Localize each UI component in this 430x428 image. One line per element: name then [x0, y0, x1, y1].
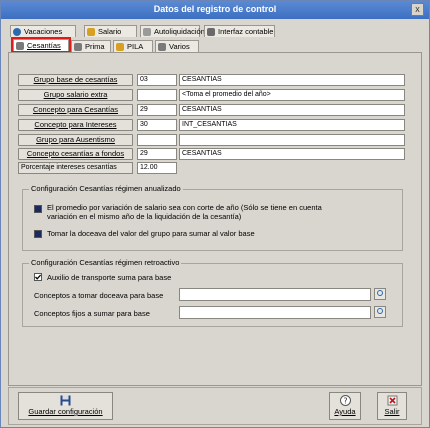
- dialog-window: Datos del registro de control x Vacacion…: [0, 0, 430, 428]
- document-icon: [143, 28, 151, 36]
- document-icon: [207, 28, 215, 36]
- fijos-field-input[interactable]: [179, 306, 371, 319]
- concepto-cesantias-desc: CESANTIAS: [179, 104, 405, 116]
- help-label: Ayuda: [334, 407, 356, 416]
- option-doceava-label: Tomar la doceava del valor del grupo par…: [47, 229, 255, 238]
- tab-label: Salario: [98, 27, 122, 36]
- tab-interfaz-contable[interactable]: Interfaz contable: [204, 25, 275, 37]
- grupo-ausentismo-button[interactable]: Grupo para Ausentismo: [18, 134, 133, 146]
- tab-autoliquidacion[interactable]: Autoliquidación: [140, 25, 205, 37]
- gear-icon: [87, 28, 95, 36]
- retroactive-group-title: Configuración Cesantías régimen retroact…: [29, 258, 182, 267]
- interest-label: Porcentaje intereses cesantías: [18, 162, 133, 174]
- help-button[interactable]: ? Ayuda: [329, 392, 361, 420]
- search-icon: [377, 290, 383, 296]
- grupo-base-button[interactable]: Grupo base de cesantías: [18, 74, 133, 86]
- window-title: Datos del registro de control: [153, 4, 277, 14]
- svg-text:?: ?: [343, 397, 347, 406]
- tab-label: Autoliquidación: [154, 27, 205, 36]
- option-salary-variation-label-2: variación en el mismo año de la liquidac…: [47, 212, 242, 221]
- tab-pila[interactable]: PILA: [113, 40, 153, 52]
- concepto-intereses-button[interactable]: Concepto para Intereses: [18, 119, 133, 131]
- tab-label: Interfaz contable: [218, 27, 274, 36]
- tab-varios[interactable]: Varios: [155, 40, 199, 52]
- selected-tab-highlight: [11, 37, 71, 53]
- save-disk-icon: [60, 395, 71, 406]
- grupo-base-desc: CESANTIAS: [179, 74, 405, 86]
- grupo-ausentismo-desc: [179, 134, 405, 146]
- doceava-field-label: Conceptos a tomar doceava para base: [34, 291, 164, 300]
- auxilio-checkbox[interactable]: [34, 273, 42, 281]
- close-button[interactable]: x: [411, 3, 424, 16]
- tab-label: Varios: [169, 42, 190, 51]
- grid-icon: [116, 43, 124, 51]
- concepto-intereses-desc: INT_CESANTIAS: [179, 119, 405, 131]
- title-bar[interactable]: Datos del registro de control x: [1, 1, 429, 19]
- checkmark-icon: [35, 274, 42, 280]
- grupo-salario-extra-desc: <Toma el promedio del año>: [179, 89, 405, 101]
- grupo-base-code[interactable]: 03: [137, 74, 177, 86]
- save-config-button[interactable]: Guardar configuración: [18, 392, 113, 420]
- option-salary-variation-label-1: El promedio por variación de salario sea…: [47, 203, 322, 212]
- annualized-group-title: Configuración Cesantías régimen anualiza…: [29, 184, 183, 193]
- grupo-ausentismo-code[interactable]: [137, 134, 177, 146]
- info-icon: [13, 28, 21, 36]
- concepto-fondos-code[interactable]: 29: [137, 148, 177, 160]
- interest-percent-input[interactable]: 12.00: [137, 162, 177, 174]
- option-salary-variation-checkbox[interactable]: [34, 205, 42, 213]
- fijos-search-button[interactable]: [374, 306, 386, 318]
- tab-label: PILA: [127, 42, 144, 51]
- tab-label: Prima: [85, 42, 105, 51]
- concepto-cesantias-button[interactable]: Concepto para Cesantías: [18, 104, 133, 116]
- concepto-fondos-button[interactable]: Concepto cesantías a fondos: [18, 148, 133, 160]
- option-doceava-checkbox[interactable]: [34, 230, 42, 238]
- tab-salario[interactable]: Salario: [84, 25, 137, 37]
- search-icon: [377, 308, 383, 314]
- grupo-salario-extra-code[interactable]: [137, 89, 177, 101]
- exit-icon: [387, 395, 397, 406]
- doceava-field-input[interactable]: [179, 288, 371, 301]
- table-icon: [158, 43, 166, 51]
- save-config-label: Guardar configuración: [28, 407, 103, 416]
- exit-label: Salir: [384, 407, 400, 416]
- table-icon: [74, 43, 82, 51]
- tab-prima[interactable]: Prima: [71, 40, 111, 52]
- concepto-cesantias-code[interactable]: 29: [137, 104, 177, 116]
- help-icon: ?: [339, 395, 351, 406]
- concepto-fondos-desc: CESANTIAS: [179, 148, 405, 160]
- doceava-search-button[interactable]: [374, 288, 386, 300]
- auxilio-label: Auxilio de transporte suma para base: [47, 273, 172, 282]
- grupo-salario-extra-button[interactable]: Grupo salario extra: [18, 89, 133, 101]
- exit-button[interactable]: Salir: [377, 392, 407, 420]
- concepto-intereses-code[interactable]: 30: [137, 119, 177, 131]
- fijos-field-label: Conceptos fijos a sumar para base: [34, 309, 150, 318]
- tab-label: Vacaciones: [24, 27, 63, 36]
- tab-vacaciones[interactable]: Vacaciones: [10, 25, 76, 37]
